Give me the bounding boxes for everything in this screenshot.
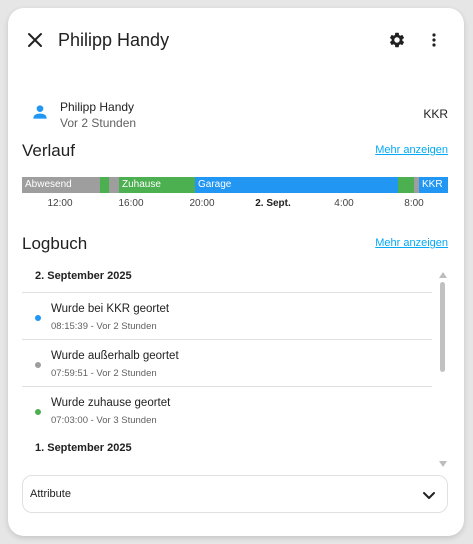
attributes-expander[interactable]: Attribute bbox=[22, 475, 448, 513]
timeline-tick-label: 2. Sept. bbox=[255, 198, 291, 209]
entity-state: KKR bbox=[423, 107, 448, 121]
timeline-segment[interactable]: KKR bbox=[419, 177, 448, 193]
state-dot bbox=[35, 362, 41, 368]
history-more-link[interactable]: Mehr anzeigen bbox=[375, 144, 448, 156]
timeline-segment[interactable] bbox=[109, 177, 119, 193]
logbook-date-header: 2. September 2025 bbox=[35, 270, 132, 282]
logbook-entry-message: Wurde außerhalb geortet bbox=[51, 350, 179, 362]
logbook-title: Logbuch bbox=[22, 234, 88, 253]
logbook-entry: Wurde zuhause geortet 07:03:00 - Vor 3 S… bbox=[22, 386, 432, 432]
logbook-list[interactable]: 2. September 2025 Wurde bei KKR geortet … bbox=[22, 266, 448, 466]
timeline-segment[interactable]: Zuhause bbox=[119, 177, 195, 193]
entity-row: Philipp Handy Vor 2 Stunden KKR bbox=[8, 90, 464, 134]
gear-icon bbox=[389, 32, 405, 48]
timeline-segment[interactable]: Abwesend bbox=[22, 177, 100, 193]
dots-vertical-icon bbox=[432, 33, 436, 47]
logbook-entry-message: Wurde bei KKR geortet bbox=[51, 303, 170, 315]
timeline-tick-label: 4:00 bbox=[334, 198, 354, 209]
scroll-up-arrow-icon[interactable] bbox=[439, 272, 447, 278]
more-options-button[interactable] bbox=[418, 24, 450, 56]
logbook-date-header: 1. September 2025 bbox=[35, 442, 132, 454]
logbook-more-link[interactable]: Mehr anzeigen bbox=[375, 237, 448, 249]
logbook-entry: Wurde außerhalb geortet 07:59:51 - Vor 2… bbox=[22, 339, 432, 385]
logbook-entry: Wurde bei KKR geortet 08:15:39 - Vor 2 S… bbox=[22, 292, 432, 338]
attributes-label: Attribute bbox=[30, 488, 71, 500]
close-button[interactable] bbox=[19, 24, 51, 56]
close-icon bbox=[28, 33, 42, 47]
logbook-entry-time: 08:15:39 - Vor 2 Stunden bbox=[51, 321, 157, 332]
timeline-tick-label: 16:00 bbox=[118, 198, 144, 209]
entity-name: Philipp Handy bbox=[60, 100, 135, 114]
chevron-down-icon bbox=[423, 492, 435, 499]
dialog-title: Philipp Handy bbox=[58, 30, 170, 50]
timeline-segment[interactable]: Garage bbox=[195, 177, 398, 193]
state-dot bbox=[35, 409, 41, 415]
timeline-tick-label: 12:00 bbox=[47, 198, 73, 209]
logbook-entry-time: 07:59:51 - Vor 2 Stunden bbox=[51, 368, 157, 379]
logbook-entry-time: 07:03:00 - Vor 3 Stunden bbox=[51, 415, 157, 426]
history-title: Verlauf bbox=[22, 141, 75, 160]
scroll-down-arrow-icon[interactable] bbox=[439, 461, 447, 467]
state-dot bbox=[35, 315, 41, 321]
logbook-scrollbar-thumb[interactable] bbox=[440, 282, 445, 372]
timeline-tick-label: 20:00 bbox=[189, 198, 215, 209]
settings-button[interactable] bbox=[381, 24, 413, 56]
more-info-dialog: Philipp Handy Philipp Handy Vor 2 Stunde… bbox=[8, 8, 464, 536]
entity-last-changed: Vor 2 Stunden bbox=[60, 116, 137, 130]
timeline-segment[interactable] bbox=[100, 177, 109, 193]
timeline-tick-label: 8:00 bbox=[404, 198, 424, 209]
logbook-entry-message: Wurde zuhause geortet bbox=[51, 397, 171, 409]
timeline-segment[interactable] bbox=[398, 177, 414, 193]
account-icon bbox=[33, 105, 47, 119]
timeline-axis: 12:00 16:00 20:00 2. Sept. 4:00 8:00 bbox=[22, 198, 448, 212]
history-timeline[interactable]: Abwesend Zuhause Garage KKR bbox=[22, 177, 448, 193]
dialog-header: Philipp Handy bbox=[8, 8, 464, 72]
